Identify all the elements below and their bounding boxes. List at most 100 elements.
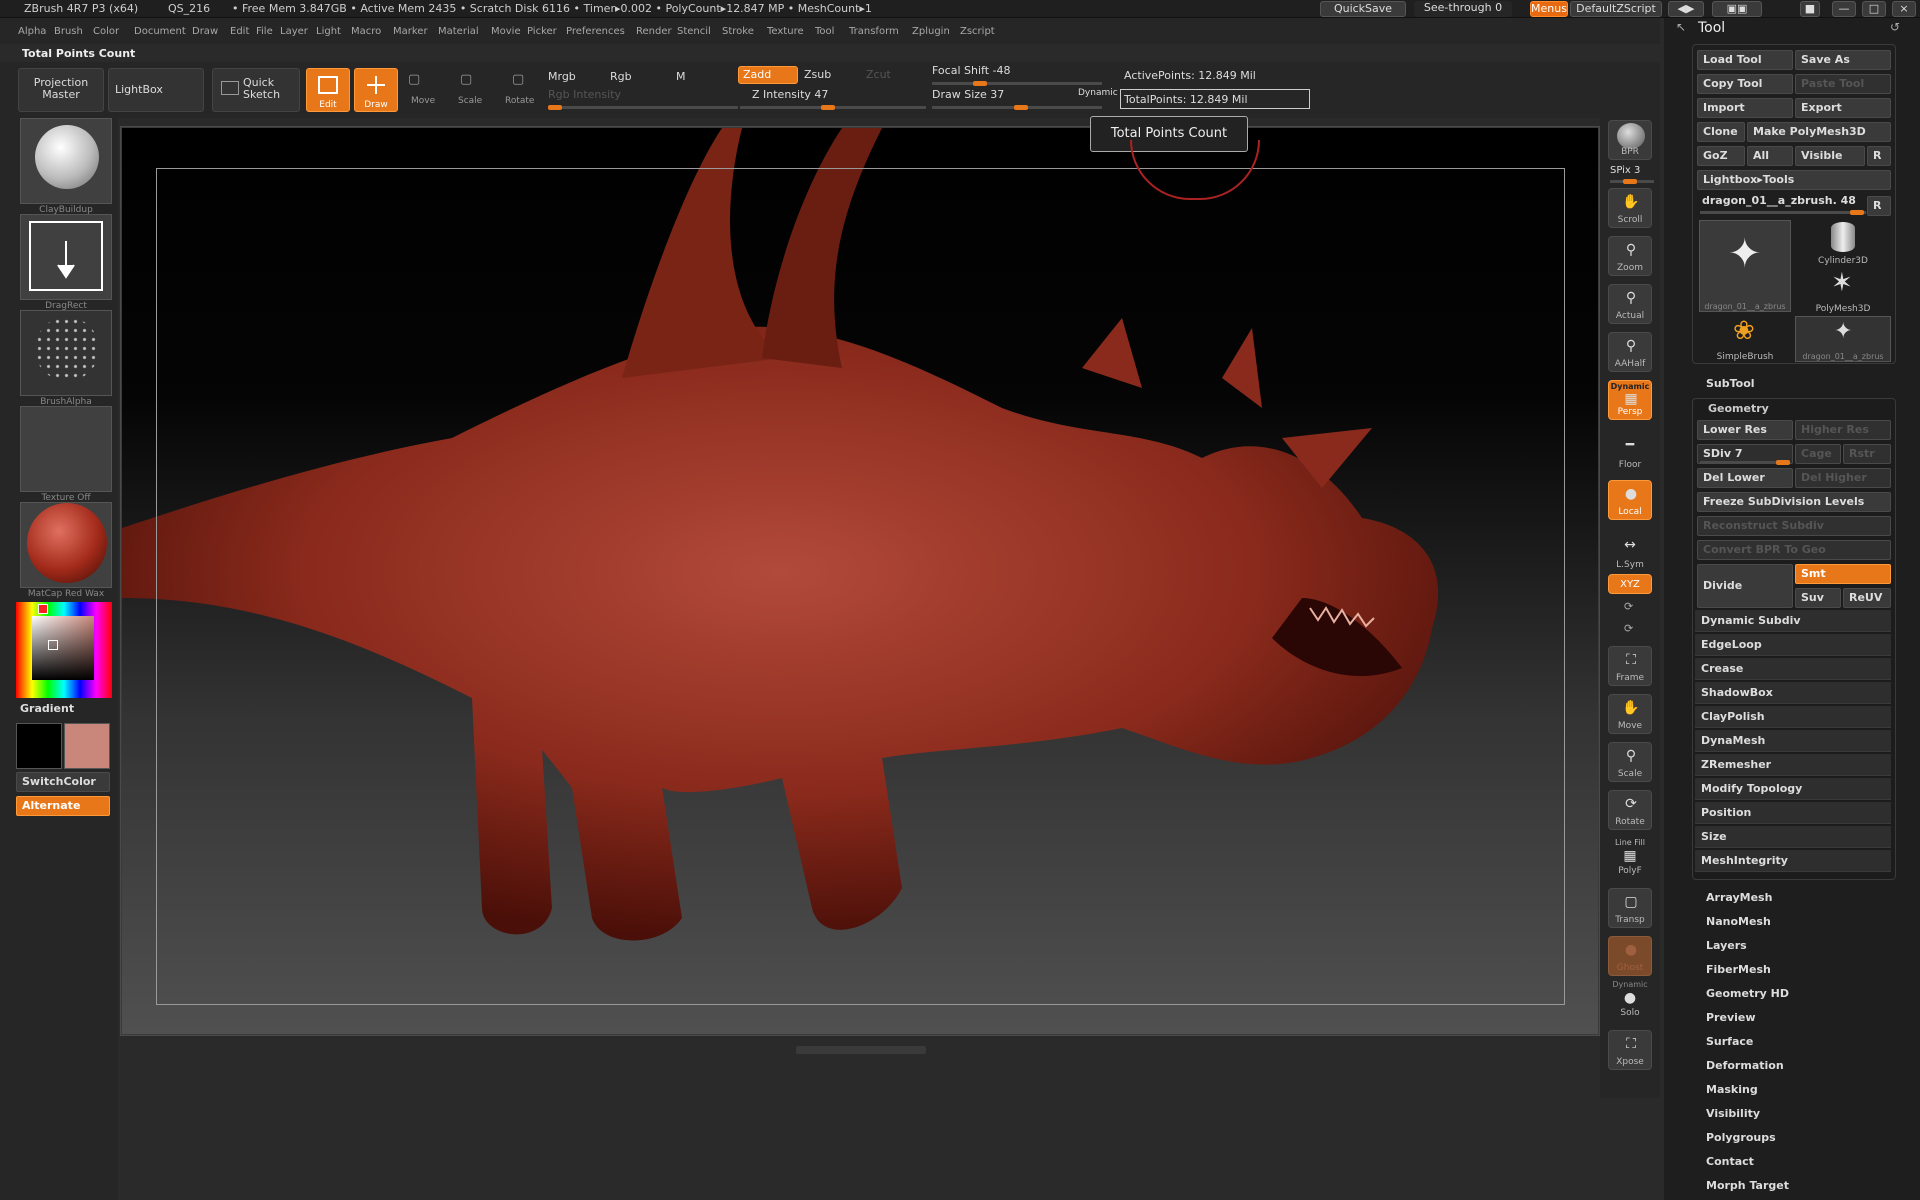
tool-menu-icon[interactable]: ↖ — [1676, 20, 1686, 34]
lock-icon[interactable]: ■ — [1800, 1, 1820, 17]
divide-button[interactable]: Divide — [1697, 564, 1793, 608]
menu-marker[interactable]: Marker — [393, 26, 428, 37]
reset-icon[interactable]: ↺ — [1890, 20, 1900, 34]
draw-size-track[interactable] — [932, 105, 1102, 110]
current-tool-slider[interactable]: dragon_01__a_zbrush. 48 — [1702, 194, 1856, 207]
zcut-button[interactable]: Zcut — [866, 68, 891, 81]
menu-file[interactable]: File — [256, 26, 273, 37]
draw-size-handle[interactable] — [1013, 105, 1028, 110]
rgb-intensity-track[interactable] — [548, 105, 738, 110]
rotate-y-icon[interactable]: ⟳ — [1624, 600, 1633, 613]
zadd-button[interactable]: Zadd — [738, 66, 798, 84]
menu-color[interactable]: Color — [93, 26, 119, 37]
crease-group[interactable]: Crease — [1695, 658, 1891, 680]
polygroups-section[interactable]: Polygroups — [1706, 1131, 1776, 1144]
zremesher-group[interactable]: ZRemesher — [1695, 754, 1891, 776]
edgeloop-group[interactable]: EdgeLoop — [1695, 634, 1891, 656]
window-layout-icon[interactable]: ▣▣ — [1712, 1, 1762, 17]
focal-shift-track[interactable] — [932, 81, 1102, 86]
layers-section[interactable]: Layers — [1706, 939, 1747, 952]
polyf-button[interactable]: Line Fill ▦ PolyF — [1608, 838, 1652, 878]
menu-preferences[interactable]: Preferences — [566, 26, 625, 37]
local-button[interactable]: ● Local — [1608, 480, 1652, 520]
menu-picker[interactable]: Picker — [527, 26, 557, 37]
lightbox-tools-button[interactable]: Lightbox▸Tools — [1697, 170, 1891, 190]
convert-bpr-button[interactable]: Convert BPR To Geo — [1697, 540, 1891, 560]
draw-size-slider[interactable]: Draw Size 37 — [932, 88, 1004, 101]
scale-view-button[interactable]: ⚲ Scale — [1608, 742, 1652, 782]
focal-shift-handle[interactable] — [972, 81, 987, 86]
z-intensity-track[interactable] — [740, 105, 926, 110]
current-tool-r-button[interactable]: R — [1867, 196, 1891, 216]
load-tool-button[interactable]: Load Tool — [1697, 50, 1793, 70]
masking-section[interactable]: Masking — [1706, 1083, 1758, 1096]
edit-button[interactable]: Edit — [306, 68, 350, 112]
cage-button[interactable]: Cage — [1795, 444, 1841, 464]
goz-r-button[interactable]: R — [1867, 146, 1891, 166]
rotate-button[interactable]: Rotate — [505, 96, 534, 106]
higher-res-button[interactable]: Higher Res — [1795, 420, 1891, 440]
shelf-toggle-handle[interactable] — [796, 1046, 926, 1054]
sdiv-handle[interactable] — [1776, 460, 1790, 465]
stroke-thumbnail[interactable]: DragRect — [20, 214, 112, 311]
lsym-button[interactable]: ↔ L.Sym — [1608, 532, 1652, 572]
close-icon[interactable]: × — [1892, 1, 1916, 17]
claypolish-group[interactable]: ClayPolish — [1695, 706, 1891, 728]
dynamic-subdiv-group[interactable]: Dynamic Subdiv — [1695, 610, 1891, 632]
transp-button[interactable]: ▢ Transp — [1608, 888, 1652, 928]
suv-toggle[interactable]: Suv — [1795, 588, 1841, 608]
surface-section[interactable]: Surface — [1706, 1035, 1753, 1048]
floor-button[interactable]: ━ Floor — [1608, 432, 1652, 472]
clone-button[interactable]: Clone — [1697, 122, 1745, 142]
m-button[interactable]: M — [676, 70, 686, 83]
color-square[interactable] — [32, 616, 94, 680]
export-button[interactable]: Export — [1795, 98, 1891, 118]
menu-zplugin[interactable]: Zplugin — [912, 26, 950, 37]
tool-thumb-cylinder[interactable]: Cylinder3D — [1795, 220, 1891, 266]
paste-tool-button[interactable]: Paste Tool — [1795, 74, 1891, 94]
rgb-intensity-handle[interactable] — [548, 105, 562, 110]
mrgb-button[interactable]: Mrgb — [548, 70, 576, 83]
goz-button[interactable]: GoZ — [1697, 146, 1745, 166]
menu-tool[interactable]: Tool — [815, 26, 834, 37]
rgb-intensity-slider[interactable]: Rgb Intensity — [548, 88, 621, 101]
menu-brush[interactable]: Brush — [54, 26, 83, 37]
minimize-icon[interactable]: — — [1832, 1, 1856, 17]
tool-thumb-dragon-active[interactable]: ✦ dragon_01__a_zbrus — [1699, 220, 1791, 312]
z-intensity-slider[interactable]: Z Intensity 47 — [752, 88, 828, 101]
scroll-button[interactable]: ✋ Scroll — [1608, 188, 1652, 228]
draw-button[interactable]: Draw — [354, 68, 398, 112]
xyz-button[interactable]: XYZ — [1608, 574, 1652, 594]
menu-material[interactable]: Material — [438, 26, 479, 37]
current-tool-track[interactable] — [1700, 210, 1866, 215]
shadowbox-group[interactable]: ShadowBox — [1695, 682, 1891, 704]
solo-button[interactable]: Dynamic ● Solo — [1608, 980, 1652, 1020]
menu-layer[interactable]: Layer — [280, 26, 308, 37]
frame-button[interactable]: ⛶ Frame — [1608, 646, 1652, 686]
current-tool-handle[interactable] — [1850, 210, 1864, 215]
lower-res-button[interactable]: Lower Res — [1697, 420, 1793, 440]
morph-target-section[interactable]: Morph Target — [1706, 1179, 1789, 1192]
fibermesh-section[interactable]: FiberMesh — [1706, 963, 1771, 976]
menus-button[interactable]: Menus — [1530, 1, 1568, 17]
smt-toggle[interactable]: Smt — [1795, 564, 1891, 584]
move-button[interactable]: Move — [411, 96, 435, 106]
contact-section[interactable]: Contact — [1706, 1155, 1754, 1168]
rotate-view-button[interactable]: ⟳ Rotate — [1608, 790, 1652, 830]
subtool-section[interactable]: SubTool — [1706, 377, 1755, 390]
menu-draw[interactable]: Draw — [192, 26, 218, 37]
color-marker[interactable] — [48, 640, 58, 650]
menu-light[interactable]: Light — [316, 26, 341, 37]
aahalf-button[interactable]: ⚲ AAHalf — [1608, 332, 1652, 372]
hue-marker[interactable] — [38, 604, 48, 614]
default-zscript-button[interactable]: DefaultZScript — [1570, 1, 1662, 17]
quick-sketch-button[interactable]: Quick Sketch — [212, 68, 300, 112]
menu-texture[interactable]: Texture — [767, 26, 804, 37]
save-as-button[interactable]: Save As — [1795, 50, 1891, 70]
menu-render[interactable]: Render — [636, 26, 672, 37]
move-view-button[interactable]: ✋ Move — [1608, 694, 1652, 734]
see-through-slider[interactable]: See-through 0 — [1414, 1, 1512, 17]
geometry-section[interactable]: Geometry — [1708, 402, 1769, 415]
import-button[interactable]: Import — [1697, 98, 1793, 118]
deformation-section[interactable]: Deformation — [1706, 1059, 1784, 1072]
